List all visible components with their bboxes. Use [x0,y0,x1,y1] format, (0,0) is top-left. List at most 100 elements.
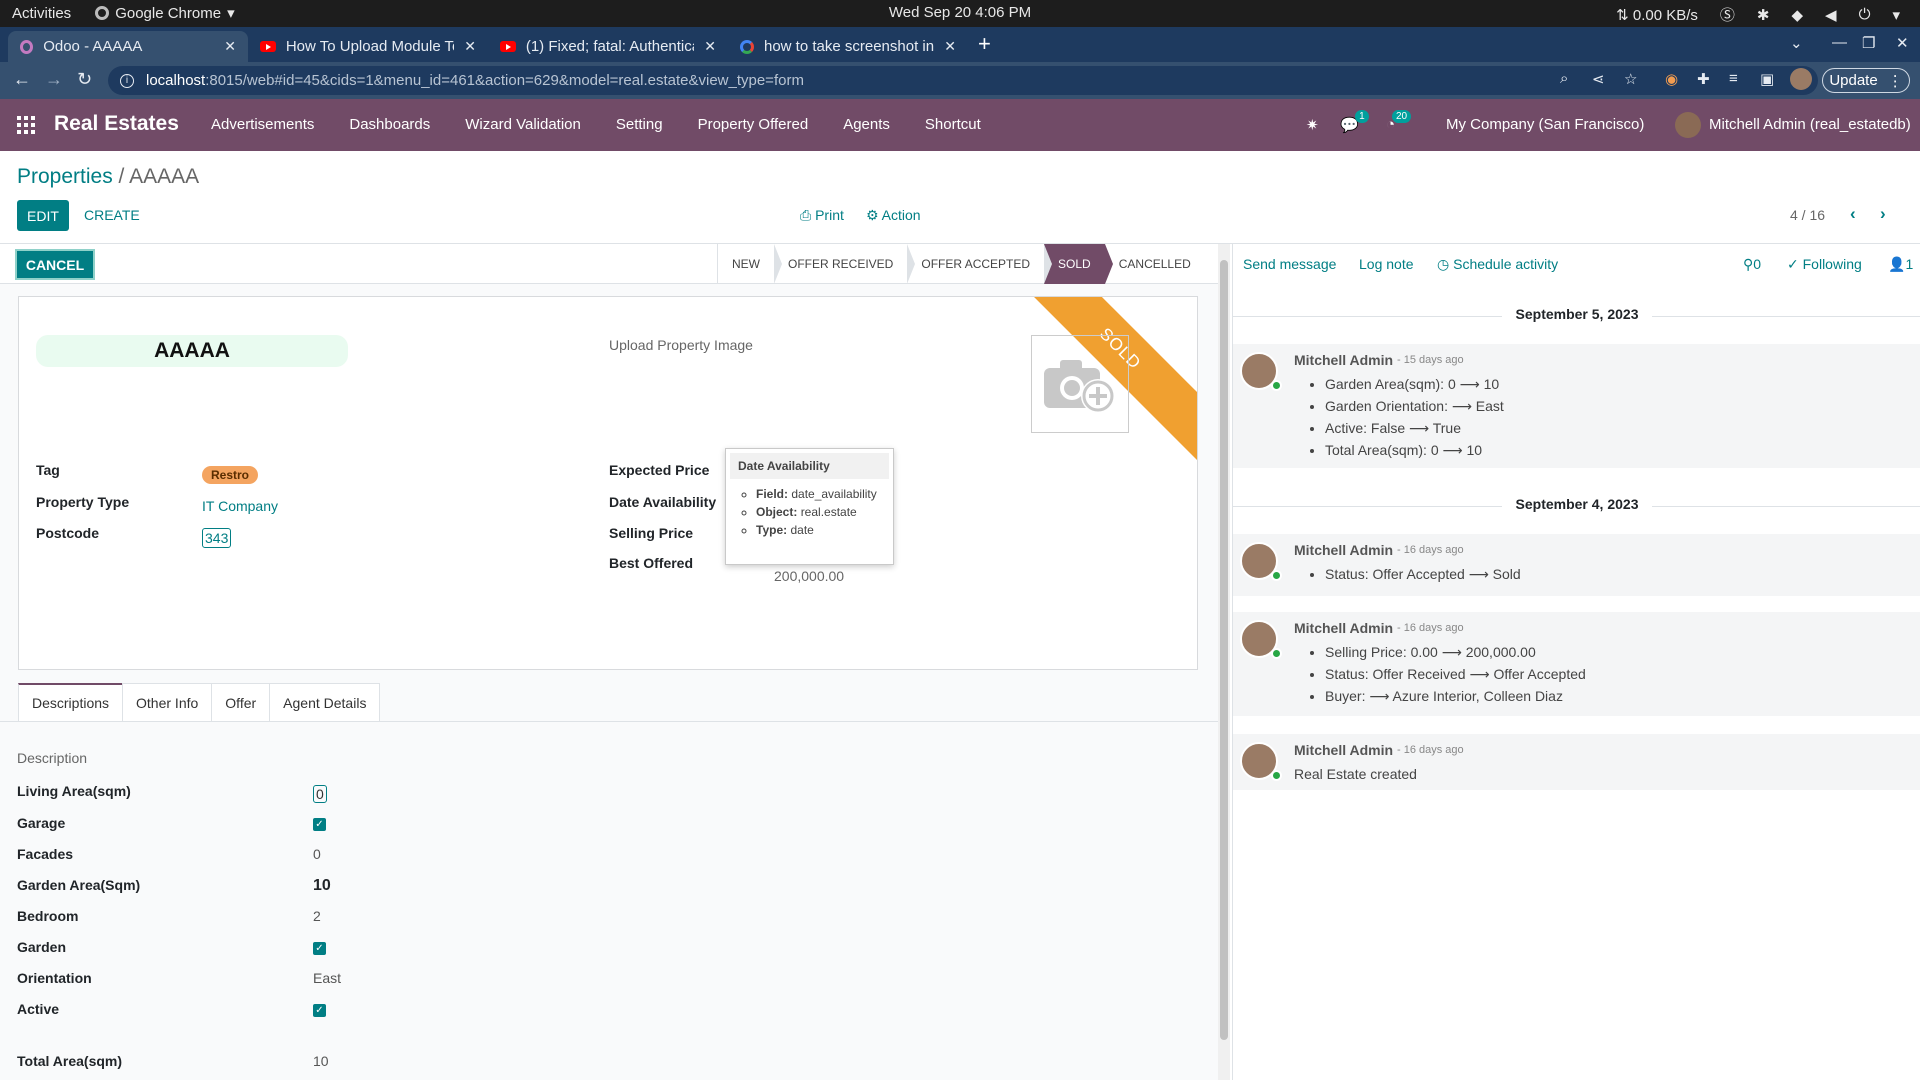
youtube-icon [500,41,516,52]
tab-offer[interactable]: Offer [211,683,271,721]
stage-cancelled[interactable]: CANCELLED [1105,244,1205,284]
message-author[interactable]: Mitchell Admin [1294,620,1393,636]
menu-property-offered[interactable]: Property Offered [698,116,809,133]
bookmark-star-icon[interactable]: ☆ [1624,70,1637,88]
stage-pipeline: NEW OFFER RECEIVED OFFER ACCEPTED SOLD C… [717,244,1205,284]
followers-button[interactable]: 👤1 [1888,256,1913,273]
tab-other-info[interactable]: Other Info [122,683,213,721]
browser-tab[interactable]: (1) Fixed; fatal: Authentication ✕ [488,31,728,62]
back-arrow-icon[interactable]: ← [13,69,31,90]
tag-badge[interactable]: Restro [202,466,259,484]
minimize-icon[interactable]: — [1832,34,1847,51]
wifi-icon[interactable]: ◆ [1792,6,1804,24]
schedule-activity-button[interactable]: ◷ Schedule activity [1437,256,1558,273]
reading-list-icon[interactable]: ≡ [1729,70,1738,87]
power-icon[interactable]: ⏻ [1859,6,1871,23]
browser-tab[interactable]: how to take screenshot in ✕ [728,31,968,62]
pager-previous-icon[interactable]: ‹ [1850,204,1856,224]
menu-shortcut[interactable]: Shortcut [925,116,981,133]
stage-offer-received[interactable]: OFFER RECEIVED [774,244,916,284]
living-area-input[interactable]: 0 [313,785,327,803]
side-panel-icon[interactable]: ▣ [1760,70,1774,88]
close-icon[interactable]: ✕ [944,38,956,55]
garage-checkbox[interactable]: ✓ [313,818,326,831]
garden-area-value[interactable]: 10 [313,877,331,895]
schedule-activity-label: Schedule activity [1453,256,1559,272]
tab-descriptions[interactable]: Descriptions [18,683,124,721]
stage-sold[interactable]: SOLD [1044,244,1113,284]
site-info-icon[interactable]: i [120,73,134,88]
message-author[interactable]: Mitchell Admin [1294,352,1393,368]
pager-value[interactable]: 4 / 16 [1790,207,1825,223]
menu-advertisements[interactable]: Advertisements [211,116,314,133]
new-tab-plus-icon[interactable]: + [978,31,991,57]
cancel-button[interactable]: CANCEL [15,249,95,280]
garden-checkbox[interactable]: ✓ [313,942,326,955]
zoom-icon[interactable]: ⌕ [1560,70,1568,87]
create-button[interactable]: CREATE [84,207,140,223]
pager-next-icon[interactable]: › [1880,204,1886,224]
breadcrumb-properties[interactable]: Properties [17,165,113,188]
orientation-value[interactable]: East [313,970,341,986]
form-scrollbar[interactable] [1218,244,1230,1080]
messaging-chat-icon[interactable]: 💬 1 [1340,110,1369,134]
menu-wizard-validation[interactable]: Wizard Validation [465,116,581,133]
app-brand[interactable]: Real Estates [54,112,179,136]
menu-agents[interactable]: Agents [843,116,890,133]
tooltip-type-value: date [790,523,814,537]
browser-tab[interactable]: Odoo - AAAAA ✕ [8,31,248,62]
send-message-button[interactable]: Send message [1243,256,1336,272]
menu-setting[interactable]: Setting [616,116,663,133]
clock[interactable]: Wed Sep 20 4:06 PM [889,4,1031,21]
tab-search-chevron-icon[interactable]: ⌄ [1790,34,1803,52]
slack-icon[interactable]: ✱ [1757,6,1770,24]
chatter-panel: Send message Log note ◷ Schedule activit… [1232,244,1920,1080]
facades-value[interactable]: 0 [313,846,321,862]
online-status-icon [1271,770,1282,781]
extension-fox-icon[interactable]: ◉ [1665,70,1678,88]
extensions-puzzle-icon[interactable]: ✚ [1697,70,1710,88]
close-icon[interactable]: ✕ [464,38,476,55]
apps-grid-icon[interactable] [17,116,35,134]
following-button[interactable]: ✓ Following [1787,256,1862,273]
active-checkbox[interactable]: ✓ [313,1004,326,1017]
stage-offer-accepted[interactable]: OFFER ACCEPTED [907,244,1052,284]
close-icon[interactable]: ✕ [224,38,236,55]
user-menu[interactable]: Mitchell Admin (real_estatedb) [1675,112,1911,138]
forward-arrow-icon[interactable]: → [45,69,63,90]
reload-icon[interactable]: ↻ [77,69,92,90]
tab-agent-details[interactable]: Agent Details [269,683,381,721]
update-button[interactable]: Update ⋮ [1822,68,1910,93]
share-icon[interactable]: ⋖ [1592,70,1605,88]
date-separator-label: September 5, 2023 [1501,306,1653,322]
profile-avatar[interactable] [1790,68,1812,90]
property-type-link[interactable]: IT Company [202,498,278,514]
action-button[interactable]: ⚙ Action [866,207,921,224]
edit-button[interactable]: EDIT [17,200,69,231]
company-switcher[interactable]: My Company (San Francisco) [1446,116,1644,133]
action-label: Action [881,207,921,223]
volume-icon[interactable]: ◀ [1825,6,1837,24]
message-author[interactable]: Mitchell Admin [1294,542,1393,558]
image-upload-placeholder[interactable] [1031,335,1129,433]
stage-new[interactable]: NEW [718,244,782,284]
activity-clock-icon[interactable]: ◔ 20 [1386,110,1412,133]
postcode-field[interactable]: 343 [202,528,232,548]
restore-icon[interactable]: ❐ [1862,34,1875,52]
url-host: localhost [146,72,206,89]
close-icon[interactable]: ✕ [704,38,716,55]
message-author[interactable]: Mitchell Admin [1294,742,1393,758]
print-button[interactable]: ⎙ Print [800,207,844,224]
property-name-field[interactable]: AAAAA [36,335,348,367]
debug-bug-icon[interactable]: ✷ [1306,116,1319,134]
browser-tab[interactable]: How To Upload Module To ✕ [248,31,488,62]
bedroom-value[interactable]: 2 [313,908,321,924]
caret-down-icon[interactable]: ▾ [1892,6,1900,24]
scrollbar-thumb[interactable] [1220,260,1228,1040]
skype-icon[interactable]: Ⓢ [1720,4,1735,25]
window-close-icon[interactable]: ✕ [1896,34,1909,52]
menu-dashboards[interactable]: Dashboards [349,116,430,133]
update-label: Update [1829,72,1878,89]
attachments-button[interactable]: ⚲0 [1743,256,1761,273]
log-note-button[interactable]: Log note [1359,256,1414,272]
